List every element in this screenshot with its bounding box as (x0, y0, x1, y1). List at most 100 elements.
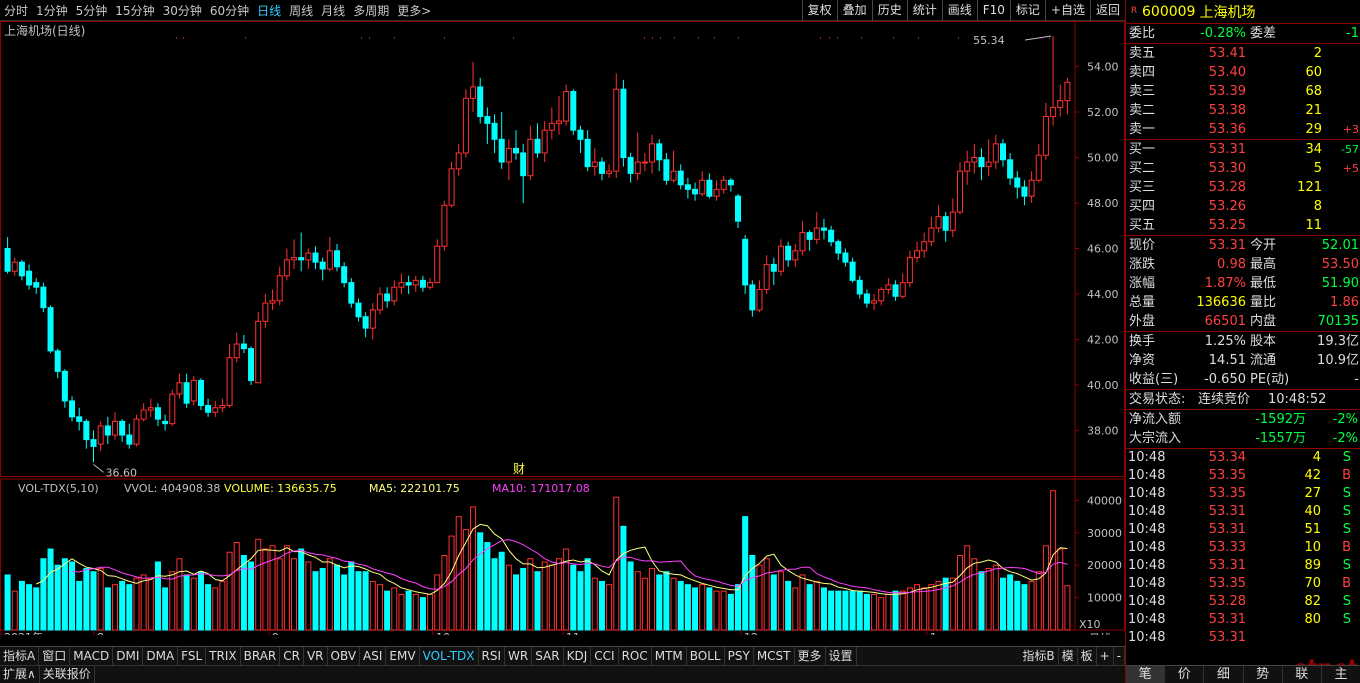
indicator-tab-5[interactable]: FSL (178, 647, 207, 665)
quote-tab-4[interactable]: 联 (1283, 666, 1322, 683)
volume-bar-106 (763, 558, 770, 631)
candle-body-5 (40, 286, 47, 309)
volume-bar-138 (992, 564, 999, 631)
event-dot-11: · (673, 34, 676, 44)
candle-body-52 (376, 293, 383, 311)
indicator-tab-8[interactable]: CR (280, 647, 304, 665)
period-tab-2[interactable]: 5分钟 (72, 2, 112, 19)
quote-tab-3[interactable]: 势 (1244, 666, 1283, 683)
volume-bar-96 (692, 587, 699, 631)
candle-body-15 (111, 420, 119, 436)
period-tab-9[interactable]: 多周期 (349, 2, 393, 19)
period-tab-10[interactable]: 更多> (393, 2, 435, 19)
flow-label-0: 净流入额 (1129, 412, 1182, 427)
toolbar-button-2[interactable]: 历史 (871, 0, 907, 21)
period-tab-5[interactable]: 60分钟 (206, 2, 253, 19)
trade-time: 10:48:52 (1268, 392, 1327, 407)
quote-tab-2[interactable]: 细 (1204, 666, 1244, 683)
quote-panel: R 600009 上海机场 委比 -0.28% 委差 -1 卖五 53.41 2 卖四… (1125, 0, 1360, 683)
indicator-tab-12[interactable]: EMV (386, 647, 420, 665)
volume-bar-117 (842, 590, 849, 631)
toolbar-button-7[interactable]: +自选 (1044, 0, 1090, 21)
volume-bar-107 (770, 574, 777, 631)
indicator-right-1[interactable]: 模 (1059, 647, 1078, 665)
event-dot-3: · (360, 34, 363, 44)
indicator-tab-3[interactable]: DMI (113, 647, 144, 665)
toolbar-button-1[interactable]: 叠加 (836, 0, 872, 21)
volume-bar-81 (584, 558, 591, 631)
toolbar-button-5[interactable]: F10 (976, 0, 1010, 21)
indicator-tab-16[interactable]: SAR (532, 647, 564, 665)
indicator-tab-10[interactable]: OBV (328, 647, 361, 665)
indicator-tab-19[interactable]: ROC (619, 647, 652, 665)
indicator-right-3[interactable]: + (1097, 647, 1114, 665)
volume-bar-125 (899, 590, 906, 631)
month-label-5: 12 (744, 631, 758, 635)
x10-label: X10 (1079, 618, 1101, 631)
indicator-tab-20[interactable]: MTM (652, 647, 687, 665)
indicator-tab-21[interactable]: BOLL (687, 647, 725, 665)
period-tab-6[interactable]: 日线 (253, 2, 285, 19)
period-tab-3[interactable]: 15分钟 (111, 2, 158, 19)
tick-row-4: 10:48 53.31 51 S (1126, 521, 1360, 539)
weicha-label: 委差 (1250, 26, 1277, 41)
indicator-tab-0[interactable]: 指标A (0, 647, 40, 665)
quote-tab-5[interactable]: 主 (1322, 666, 1360, 683)
volume-bar-44 (319, 567, 326, 631)
indicator-tab-17[interactable]: KDJ (564, 647, 592, 665)
candle-body-50 (362, 316, 369, 329)
indicator-tab-23[interactable]: MCST (754, 647, 795, 665)
indicator-tab-7[interactable]: BRAR (241, 647, 281, 665)
candle-body-114 (820, 227, 827, 231)
indicator-tab-2[interactable]: MACD (70, 647, 114, 665)
volume-bar-79 (570, 564, 577, 631)
candle-body-4 (33, 282, 40, 288)
candle-body-33 (240, 343, 247, 350)
toolbar-button-0[interactable]: 复权 (801, 0, 837, 21)
indicator-tab-14[interactable]: RSI (479, 647, 506, 665)
indicator-tab-15[interactable]: WR (505, 647, 533, 665)
tick-row-0: 10:48 53.34 4 S (1126, 449, 1360, 467)
indicator-tab-1[interactable]: 窗口 (39, 647, 71, 665)
indicator-tab-6[interactable]: TRIX (206, 647, 241, 665)
period-tab-1[interactable]: 1分钟 (32, 2, 72, 19)
indicator-tab-11[interactable]: ASI (360, 647, 387, 665)
toolbar-button-4[interactable]: 画线 (941, 0, 977, 21)
kline-chart[interactable]: 54.00 52.00 50.00 48.00 46.00 44.00 42.00 40.00… (0, 21, 1125, 635)
candle-body-107 (770, 263, 777, 272)
stat-row-4: 外盘 66501 内盘 70135 (1126, 312, 1360, 331)
volume-bar-147 (1057, 548, 1064, 631)
indicator-right-2[interactable]: 板 (1078, 647, 1097, 665)
candle-body-40 (291, 257, 298, 261)
indicator-tab-24[interactable]: 更多 (795, 647, 826, 665)
weibi-row: 委比 -0.28% 委差 -1 (1126, 24, 1360, 43)
indicator-tab-13[interactable]: VOL-TDX (420, 647, 479, 665)
indicator-tab-25[interactable]: 设置 (826, 647, 857, 665)
candle-body-120 (863, 293, 870, 304)
extension-tab-0[interactable]: 扩展∧ (0, 666, 40, 683)
period-tab-7[interactable]: 周线 (285, 2, 317, 19)
indicator-tab-9[interactable]: VR (304, 647, 328, 665)
indicator-right-0[interactable]: 指标B (1019, 647, 1059, 665)
toolbar-button-8[interactable]: 返回 (1089, 0, 1125, 21)
volume-bar-45 (326, 558, 333, 631)
extension-tab-1[interactable]: 关联报价 (40, 666, 95, 683)
period-tab-0[interactable]: 分时 (0, 2, 32, 19)
period-tab-4[interactable]: 30分钟 (159, 2, 206, 19)
indicator-tab-4[interactable]: DMA (143, 647, 179, 665)
quote-tab-0[interactable]: 笔 (1126, 666, 1166, 683)
tick-price-9: 53.31 (1208, 612, 1246, 627)
indicator-tab-18[interactable]: CCI (591, 647, 619, 665)
stat-label-a-3: 总量 (1129, 295, 1156, 310)
toolbar-button-3[interactable]: 统计 (906, 0, 942, 21)
volume-bar-33 (240, 555, 247, 631)
indicator-right-4[interactable]: - (1114, 647, 1125, 665)
toolbar-button-6[interactable]: 标记 (1009, 0, 1045, 21)
candle-body-27 (197, 379, 204, 406)
tick-side-4: S (1342, 522, 1351, 537)
volume-bar-43 (312, 571, 319, 631)
period-tab-8[interactable]: 月线 (317, 2, 349, 19)
indicator-tab-22[interactable]: PSY (725, 647, 754, 665)
quote-tab-1[interactable]: 价 (1165, 666, 1205, 683)
volume-bar-89 (641, 577, 648, 631)
